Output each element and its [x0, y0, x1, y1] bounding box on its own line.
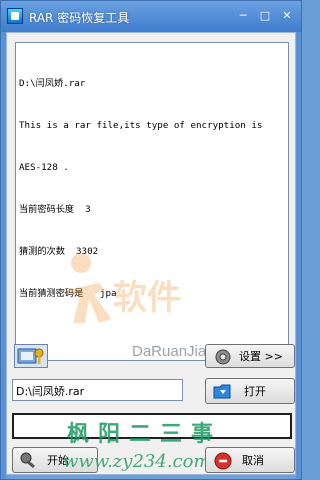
- close-icon[interactable]: ✕: [281, 10, 293, 22]
- settings-label: 设置 >>: [239, 350, 283, 363]
- file-path-value: D:\闫凤娇.rar: [16, 385, 85, 398]
- window-title: RAR 密码恢复工具: [29, 11, 130, 25]
- settings-button[interactable]: 设置 >>: [205, 344, 295, 368]
- app-icon: [7, 8, 23, 24]
- key-icon: [17, 348, 44, 364]
- status-bar: [6, 475, 296, 479]
- cancel-button[interactable]: 取消: [205, 447, 295, 473]
- log-line: AES-128 .: [19, 162, 69, 173]
- log-line: This is a rar file,its type of encryptio…: [19, 120, 263, 131]
- gear-icon: [215, 349, 231, 365]
- log-line: D:\闫凤娇.rar: [19, 78, 86, 89]
- title-bar[interactable]: RAR 密码恢复工具 ─ □ ✕: [1, 1, 301, 32]
- watermark-logo: 软件: [63, 253, 181, 323]
- svg-text:软件: 软件: [113, 278, 181, 318]
- folder-icon: [213, 384, 231, 399]
- open-label: 打开: [244, 385, 266, 398]
- file-path-field[interactable]: D:\闫凤娇.rar: [12, 379, 183, 401]
- promo-url: www.zy234.com: [63, 451, 211, 472]
- start-icon: [20, 452, 35, 469]
- cancel-icon: [214, 452, 232, 470]
- log-line: 当前密码长度 3: [19, 204, 91, 215]
- app-window: RAR 密码恢复工具 ─ □ ✕ D:\闫凤娇.rar This is a ra…: [0, 0, 302, 480]
- promo-text: 枫阳二三事: [67, 421, 223, 447]
- maximize-icon[interactable]: □: [259, 10, 271, 22]
- cancel-label: 取消: [242, 454, 264, 467]
- main-panel: D:\闫凤娇.rar This is a rar file,its type o…: [6, 32, 296, 475]
- key-button[interactable]: [14, 344, 48, 368]
- minimize-icon[interactable]: ─: [237, 10, 249, 22]
- open-button[interactable]: 打开: [205, 378, 295, 404]
